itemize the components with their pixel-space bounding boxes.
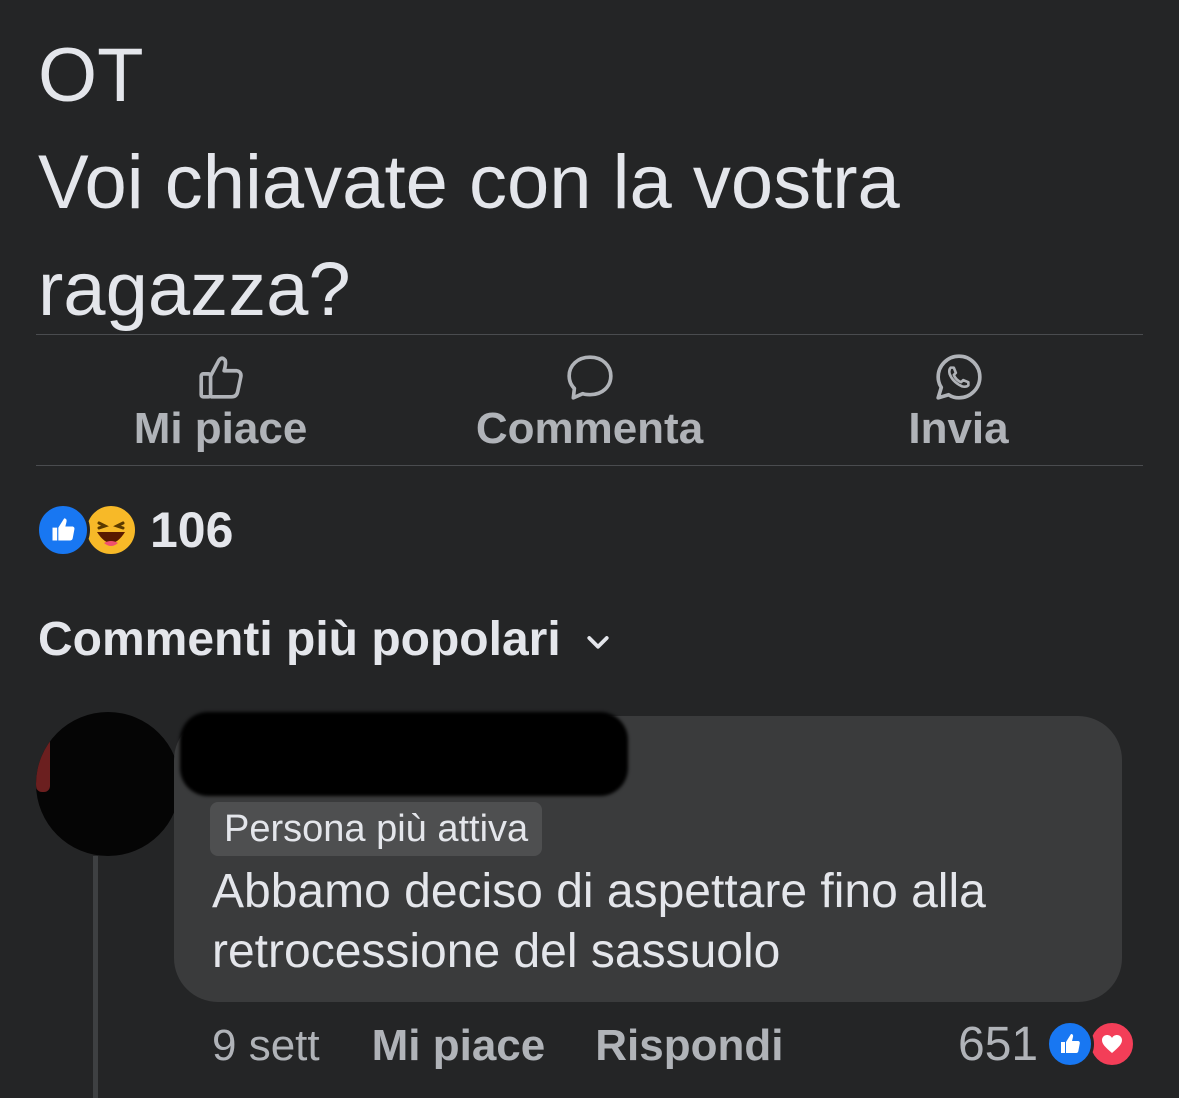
comment-like-button[interactable]: Mi piace	[372, 1021, 546, 1071]
comment-button[interactable]: Commenta	[405, 336, 774, 464]
comment-reply-button[interactable]: Rispondi	[595, 1021, 783, 1071]
post-actions: Mi piace Commenta Invia	[36, 336, 1143, 464]
comment-reaction-count: 651	[958, 1017, 1039, 1071]
like-label: Mi piace	[133, 404, 308, 453]
like-reaction-icon	[1046, 1020, 1095, 1068]
chevron-down-icon	[587, 635, 609, 649]
post-line: Voi chiavate con la vostra	[38, 140, 900, 225]
comments-sort-label: Commenti più popolari	[38, 613, 561, 666]
send-label: Invia	[908, 404, 1009, 453]
comment-bubble-icon	[566, 355, 613, 400]
comment-label: Commenta	[475, 404, 704, 453]
post-line: OT	[38, 33, 144, 118]
haha-reaction-icon	[84, 503, 138, 557]
thread-line	[93, 856, 98, 1098]
divider	[36, 465, 1143, 466]
like-button[interactable]: Mi piace	[36, 336, 405, 464]
comment-author-redacted[interactable]	[180, 712, 628, 796]
comment-text: Abbamo deciso di aspettare fino alla ret…	[212, 862, 1112, 982]
like-reaction-icon	[36, 503, 90, 557]
comments-sort-dropdown[interactable]: Commenti più popolari	[38, 612, 613, 667]
reaction-count: 106	[150, 502, 234, 558]
divider	[36, 334, 1143, 335]
post-text: OT Voi chiavate con la vostra ragazza?	[38, 22, 1138, 343]
comment-timestamp[interactable]: 9 sett	[212, 1021, 320, 1071]
love-reaction-icon	[1088, 1020, 1137, 1068]
top-fan-badge: Persona più attiva	[210, 802, 543, 856]
thumbs-up-outline-icon	[198, 356, 243, 399]
whatsapp-icon	[935, 354, 982, 400]
send-button[interactable]: Invia	[774, 336, 1143, 464]
comment-line: Abbamo deciso di aspettare fino alla	[212, 865, 986, 918]
avatar[interactable]	[36, 712, 180, 856]
comment-line: retrocessione del sassuolo	[212, 925, 781, 978]
comment-meta: 9 sett Mi piace Rispondi	[212, 1016, 783, 1076]
post-line: ragazza?	[38, 247, 351, 332]
post-reactions[interactable]: 106	[36, 500, 233, 560]
comment-reactions[interactable]: 651	[958, 1014, 1137, 1074]
